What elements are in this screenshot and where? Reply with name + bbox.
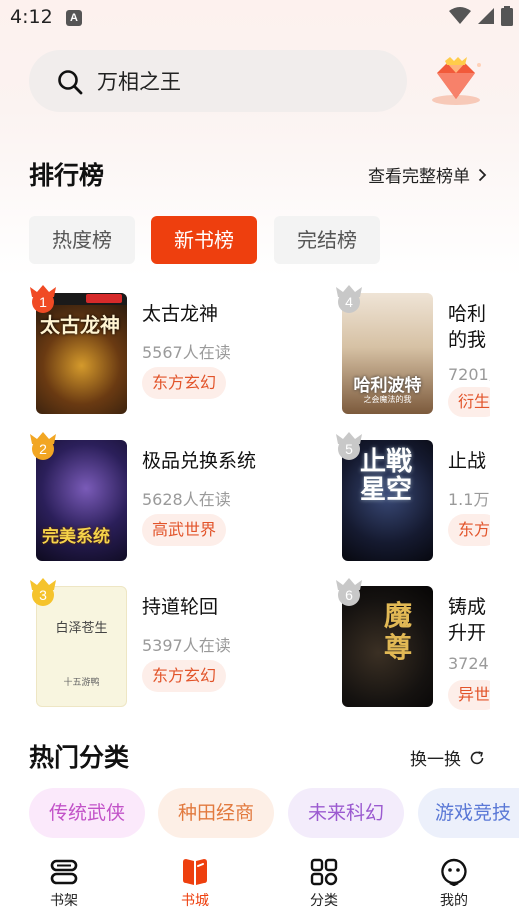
search-icon (58, 70, 83, 95)
book-readers: 5397人在读 (142, 636, 231, 655)
search-query: 万相之王 (97, 70, 181, 94)
nav-bookshelf[interactable]: 书架 (24, 858, 104, 910)
book-title: 太古龙神 (142, 303, 219, 325)
cover-author-art: 十五游鸭 (63, 678, 100, 688)
battery-icon (501, 6, 513, 26)
refresh-categories-button[interactable]: 换一换 (410, 745, 485, 770)
profile-icon (441, 858, 467, 886)
see-all-ranking-link[interactable]: 查看完整榜单 (368, 162, 487, 187)
nav-label: 分类 (310, 893, 338, 909)
cover-title-art: 止戦星空 (360, 447, 413, 505)
diamond-gift-icon[interactable] (425, 55, 487, 107)
rank-number: 3 (32, 584, 54, 606)
cover-title-art: 魔尊 (384, 599, 413, 664)
book-item[interactable]: 止戦星空 5 止战 1.1万 东方 (336, 432, 490, 568)
tab-new-books[interactable]: 新书榜 (151, 216, 257, 264)
notification-icon: A (66, 10, 82, 26)
book-tag[interactable]: 高武世界 (142, 514, 227, 546)
book-readers: 3724 (448, 654, 489, 673)
see-all-label: 查看完整榜单 (368, 167, 470, 187)
bookstore-icon (183, 859, 207, 885)
book-title: 持道轮回 (142, 596, 219, 618)
nav-category[interactable]: 分类 (284, 858, 364, 910)
book-item[interactable]: 哈利波特 之会魔法的我 4 哈利 的我 7201人在读 衍生 (336, 285, 490, 421)
book-tag[interactable]: 东方 (448, 514, 490, 546)
tab-completed[interactable]: 完结榜 (274, 216, 380, 264)
book-readers: 7201人在读 (448, 365, 490, 384)
cover-title-art: 完美系统 (42, 527, 110, 547)
book-title-line2: 升开 (448, 622, 487, 644)
status-icons (449, 6, 513, 26)
book-readers: 5628人在读 (142, 490, 231, 509)
book-title: 极品兑换系统 (142, 450, 257, 472)
category-grid-icon (310, 858, 338, 886)
book-item[interactable]: 太古龙神 1 太古龙神 5567人在读 东方玄幻 (30, 285, 250, 421)
book-tag[interactable]: 异世 (448, 680, 490, 710)
categories-section-title: 热门分类 (29, 743, 130, 772)
nav-label: 书城 (181, 893, 209, 909)
rank-badge: 2 (30, 432, 56, 462)
bottom-navigation: 书架 书城 分类 我的 (0, 848, 519, 922)
rank-number: 5 (338, 438, 360, 460)
refresh-label: 换一换 (410, 750, 461, 770)
ranking-column-2: 哈利波特 之会魔法的我 4 哈利 的我 7201人在读 衍生 止戦星空 5 止战… (336, 280, 490, 730)
ranking-section-title: 排行榜 (29, 161, 105, 190)
rank-badge: 6 (336, 578, 362, 608)
book-readers: 5567人在读 (142, 343, 231, 362)
book-readers: 1.1万 (448, 490, 490, 509)
book-title-line2: 的我 (448, 329, 487, 351)
category-pill[interactable]: 传统武侠 (29, 788, 145, 838)
rank-badge: 1 (30, 285, 56, 315)
book-item[interactable]: 魔尊 6 铸成 升开 3724 异世 (336, 578, 490, 714)
bookshelf-icon (50, 859, 78, 885)
tab-hot[interactable]: 热度榜 (29, 216, 135, 264)
cover-title-art: 哈利波特 (353, 376, 422, 396)
cover-subtitle-art: 之会魔法的我 (363, 395, 412, 404)
signal-icon (478, 8, 494, 24)
book-title: 铸成 (448, 596, 487, 618)
nav-label: 我的 (440, 893, 468, 909)
book-tag[interactable]: 东方玄幻 (142, 367, 227, 399)
book-item[interactable]: 白泽苍生 十五游鸭 3 持道轮回 5397人在读 东方玄幻 (30, 578, 250, 714)
rank-number: 6 (338, 584, 360, 606)
rank-number: 2 (32, 438, 54, 460)
rank-badge: 4 (336, 285, 362, 315)
book-item[interactable]: 完美系统 2 极品兑换系统 5628人在读 高武世界 (30, 432, 256, 568)
refresh-icon (470, 750, 484, 764)
status-bar: 4:12 A (0, 0, 519, 36)
rank-badge: 3 (30, 578, 56, 608)
book-title: 哈利 (448, 303, 487, 325)
search-bar[interactable]: 万相之王 (29, 50, 407, 112)
rank-number: 4 (338, 291, 360, 313)
category-pill[interactable]: 游戏竞技 (418, 788, 519, 838)
category-pill[interactable]: 种田经商 (158, 788, 274, 838)
rank-number: 1 (32, 291, 54, 313)
rank-badge: 5 (336, 432, 362, 462)
nav-label: 书架 (50, 893, 78, 909)
book-tag[interactable]: 衍生 (448, 387, 490, 417)
nav-bookstore[interactable]: 书城 (155, 858, 235, 910)
status-time: 4:12 (10, 6, 53, 28)
category-pill[interactable]: 未来科幻 (288, 788, 404, 838)
book-title: 止战 (448, 450, 487, 472)
cover-title-art: 白泽苍生 (55, 621, 108, 636)
wifi-icon (449, 7, 471, 24)
book-tag[interactable]: 东方玄幻 (142, 660, 227, 692)
nav-profile[interactable]: 我的 (414, 858, 494, 910)
chevron-right-icon (478, 168, 487, 181)
